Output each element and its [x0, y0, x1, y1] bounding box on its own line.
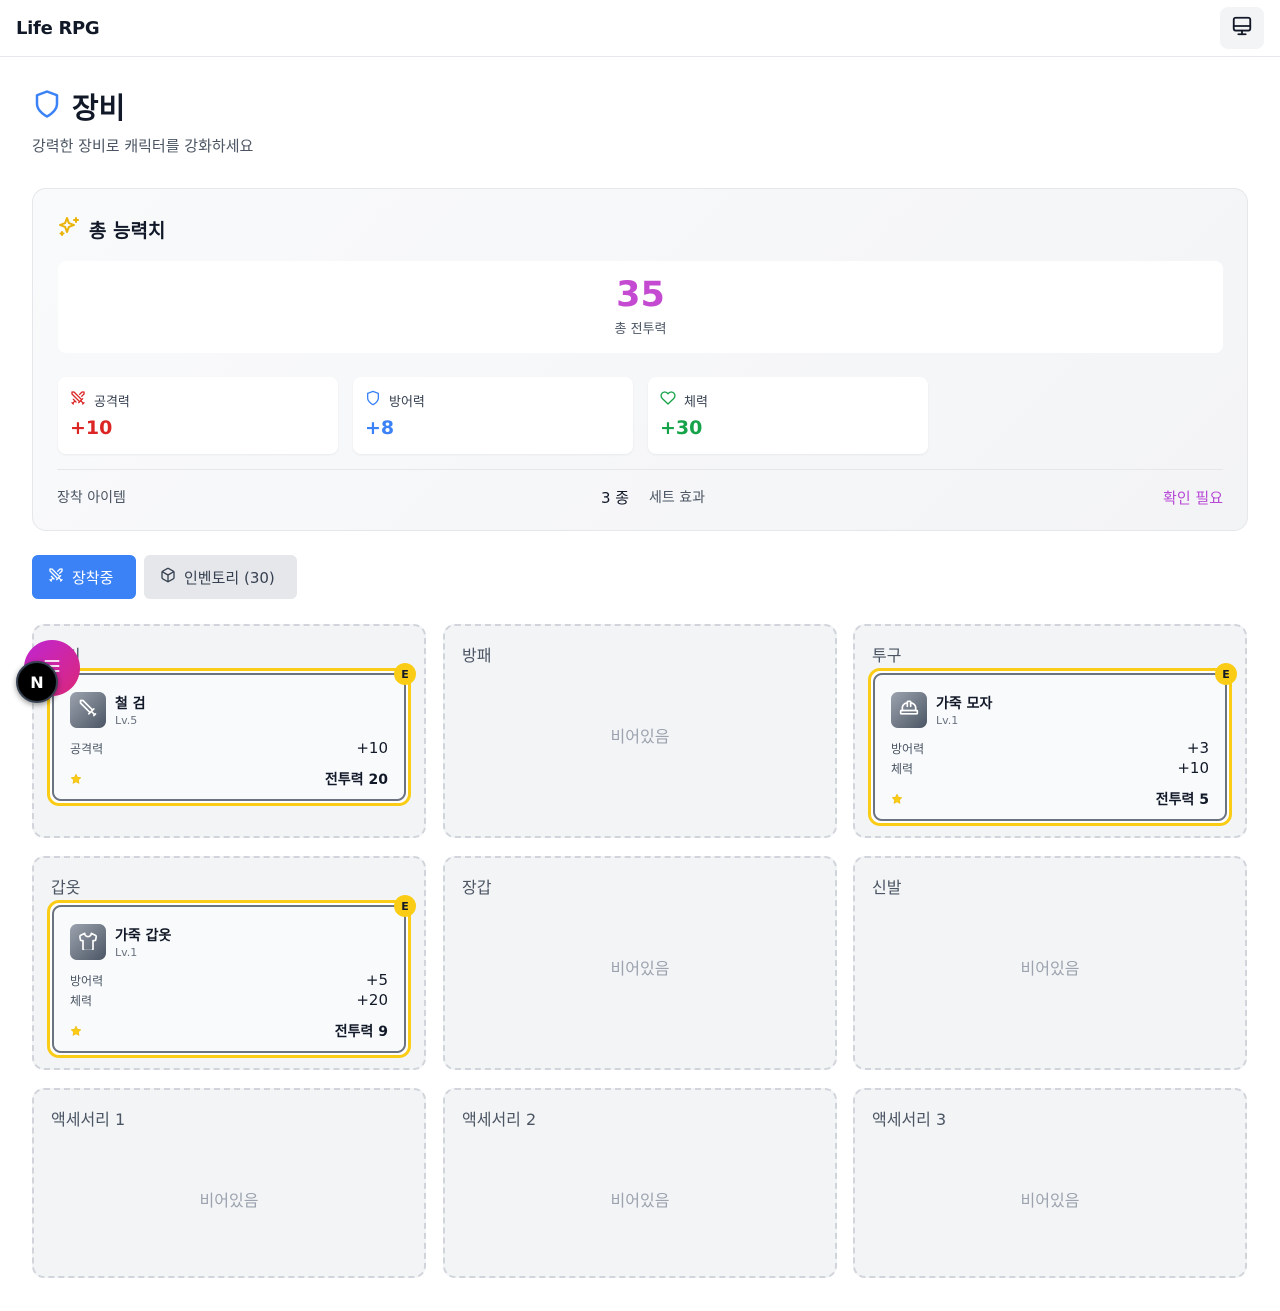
item-stat-label: 체력 — [70, 994, 93, 1008]
app-title: Life RPG — [16, 18, 100, 39]
star-icon — [70, 770, 82, 789]
item-stat-label: 체력 — [891, 762, 914, 776]
slot-boots[interactable]: 신발 비어있음 — [853, 856, 1247, 1070]
slot-label: 액세서리 1 — [51, 1110, 126, 1129]
slot-empty-text: 비어있음 — [610, 959, 670, 978]
monitor-icon — [1231, 15, 1253, 41]
item-stat-value: +10 — [356, 739, 388, 757]
slot-empty-text: 비어있음 — [1020, 1191, 1080, 1210]
item-stat-value: +10 — [1177, 759, 1209, 777]
stats-title: 총 능력치 — [89, 219, 166, 242]
slot-label: 방패 — [462, 646, 492, 665]
slot-accessory-1[interactable]: 액세서리 1 비어있음 — [32, 1088, 426, 1278]
slot-label: 투구 — [872, 646, 902, 665]
slot-label: 신발 — [872, 878, 902, 897]
item-level: Lv.1 — [936, 714, 959, 727]
display-toggle-button[interactable] — [1220, 7, 1264, 49]
stats-divider — [57, 469, 1223, 470]
tab-inventory-label: 인벤토리 (30) — [184, 568, 275, 587]
shield-icon — [32, 89, 62, 123]
defense-label: 방어력 — [389, 394, 425, 410]
slot-weapon[interactable]: 무기 철 검 Lv.5 공격력 +10 전투력 20 E — [32, 624, 426, 838]
top-bar: Life RPG — [0, 0, 1280, 57]
item-card-leather-armor[interactable]: 가죽 갑옷 Lv.1 방어력 +5 체력 +20 전투력 9 E — [47, 895, 416, 1058]
tab-equipped-label: 장착중 — [72, 568, 114, 587]
slot-empty-text: 비어있음 — [610, 727, 670, 746]
slot-accessory-3[interactable]: 액세서리 3 비어있음 — [853, 1088, 1247, 1278]
equipped-badge: E — [1215, 663, 1237, 685]
item-card-iron-sword[interactable]: 철 검 Lv.5 공격력 +10 전투력 20 E — [47, 663, 416, 806]
attack-label: 공격력 — [94, 394, 130, 410]
slot-armor[interactable]: 갑옷 가죽 갑옷 Lv.1 방어력 +5 체력 +20 전투력 9 E — [32, 856, 426, 1070]
set-effect-label: 세트 효과 — [649, 490, 705, 506]
item-stat-label: 방어력 — [70, 974, 104, 988]
item-level: Lv.5 — [115, 714, 138, 727]
page-title: 장비 — [72, 91, 126, 125]
slot-empty-text: 비어있음 — [199, 1191, 259, 1210]
star-icon — [891, 790, 903, 809]
tab-equipped[interactable]: 장착중 — [32, 555, 136, 599]
item-name: 철 검 — [115, 696, 146, 712]
item-stat-label: 공격력 — [70, 742, 104, 756]
box-icon — [160, 567, 176, 587]
attack-value: +10 — [70, 417, 113, 439]
equipped-badge: E — [394, 895, 416, 917]
total-power-label: 총 전투력 — [614, 322, 667, 337]
equipped-items-label: 장착 아이템 — [57, 490, 126, 506]
total-power-value: 35 — [616, 275, 665, 315]
slot-label: 액세서리 3 — [872, 1110, 947, 1129]
star-icon — [70, 1022, 82, 1041]
sparkles-icon — [57, 215, 81, 243]
item-power: 전투력 20 — [325, 772, 388, 788]
item-stat-value: +3 — [1186, 739, 1209, 757]
item-icon — [70, 692, 106, 728]
page-subtitle: 강력한 장비로 캐릭터를 강화하세요 — [32, 137, 254, 155]
slot-label: 액세서리 2 — [462, 1110, 537, 1129]
item-power: 전투력 9 — [334, 1024, 388, 1040]
hp-label: 체력 — [684, 394, 708, 410]
total-power-box: 35 총 전투력 — [58, 261, 1223, 353]
defense-value: +8 — [365, 417, 395, 439]
shield-icon — [365, 390, 381, 410]
item-stat-value: +5 — [365, 971, 388, 989]
slot-accessory-2[interactable]: 액세서리 2 비어있음 — [443, 1088, 837, 1278]
item-stat-value: +20 — [356, 991, 388, 1009]
swords-icon — [48, 567, 64, 587]
dev-tools-badge[interactable]: N — [16, 661, 58, 703]
slot-shield[interactable]: 방패 비어있음 — [443, 624, 837, 838]
slot-label: 장갑 — [462, 878, 492, 897]
item-name: 가죽 모자 — [936, 696, 993, 712]
item-level: Lv.1 — [115, 946, 138, 959]
hp-value: +30 — [660, 417, 703, 439]
equipped-items-count: 3 종 — [601, 489, 630, 507]
attack-stat-card: 공격력 +10 — [58, 377, 338, 454]
item-card-leather-hat[interactable]: 가죽 모자 Lv.1 방어력 +3 체력 +10 전투력 5 E — [868, 663, 1237, 826]
page-heading: 장비 — [32, 88, 126, 125]
shirt-icon — [78, 930, 98, 954]
slot-helmet[interactable]: 투구 가죽 모자 Lv.1 방어력 +3 체력 +10 전투력 5 E — [853, 624, 1247, 838]
slot-label: 갑옷 — [51, 878, 81, 897]
tab-inventory[interactable]: 인벤토리 (30) — [144, 555, 297, 599]
equipped-badge: E — [394, 663, 416, 685]
sword-icon — [78, 698, 98, 722]
swords-icon — [70, 390, 86, 410]
slot-gloves[interactable]: 장갑 비어있음 — [443, 856, 837, 1070]
item-power: 전투력 5 — [1155, 792, 1209, 808]
stats-title-row: 총 능력치 — [57, 215, 166, 243]
item-name: 가죽 갑옷 — [115, 928, 172, 944]
slot-empty-text: 비어있음 — [610, 1191, 670, 1210]
hard-hat-icon — [899, 698, 919, 722]
defense-stat-card: 방어력 +8 — [353, 377, 633, 454]
total-stats-panel: 총 능력치 35 총 전투력 공격력 +10 방어력 +8 체력 +30 장착 … — [32, 188, 1248, 531]
item-icon — [70, 924, 106, 960]
item-icon — [891, 692, 927, 728]
hp-stat-card: 체력 +30 — [648, 377, 928, 454]
heart-icon — [660, 390, 676, 410]
set-effect-check-link[interactable]: 확인 필요 — [1163, 487, 1223, 508]
slot-empty-text: 비어있음 — [1020, 959, 1080, 978]
item-stat-label: 방어력 — [891, 742, 925, 756]
